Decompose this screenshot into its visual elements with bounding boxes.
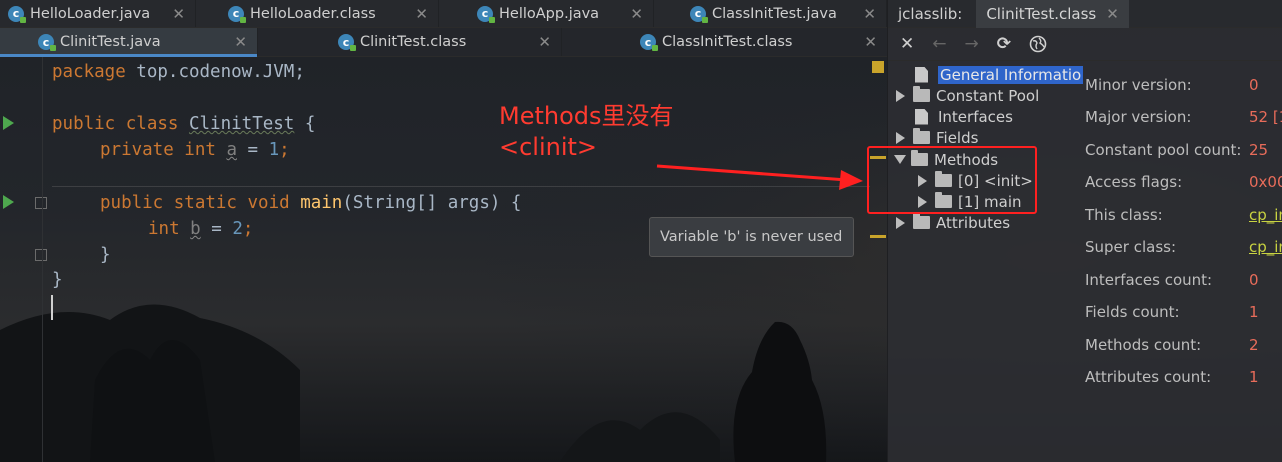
tab-clinittest-java[interactable]: c ClinitTest.java ✕ [0,28,258,57]
forward-arrow-icon[interactable]: → [965,34,979,54]
code-line-9: } [52,270,63,290]
editor-gutter [0,57,47,462]
info-row: Attributes count: 1 [1085,368,1259,386]
tab-helloloader-java[interactable]: c HelloLoader.java ✕ [0,0,196,27]
run-main-icon[interactable] [3,195,14,209]
info-row: Constant pool count: 25 [1085,141,1269,159]
jclasslib-panel: jclasslib: ClinitTest.class ✕ ✕ ← → ⟳ Ge… [887,0,1282,462]
editor-tab-bar-top: c HelloLoader.java ✕ c HelloLoader.class… [0,0,887,28]
close-icon[interactable]: ✕ [1106,5,1119,23]
java-class-icon: c [38,34,56,51]
code-line-6: public static void main(String[] args) { [100,193,522,213]
code-line-4: private int a = 1; [100,140,290,160]
info-row: This class:cp_in [1085,206,1282,228]
close-icon[interactable]: ✕ [172,5,185,23]
tree-node-general-information[interactable]: General Informatio [896,64,1084,85]
tab-helloapp-java[interactable]: c HelloApp.java ✕ [439,0,654,27]
indent-guide [42,57,43,462]
close-icon[interactable]: ✕ [864,33,877,51]
tab-clinittest-class-jclasslib[interactable]: ClinitTest.class ✕ [976,0,1129,28]
java-class-icon: c [338,34,356,51]
close-icon[interactable]: ✕ [234,33,247,51]
editor-tab-bar-bottom: c ClinitTest.java ✕ c ClinitTest.class ✕… [0,28,887,57]
java-class-icon: c [8,5,26,23]
tab-clinittest-class[interactable]: c ClinitTest.class ✕ [258,28,562,56]
annotation-arrow [656,164,863,190]
info-row: Minor version: 0 [1085,76,1259,94]
code-line-1: package top.codenow.JVM; [52,62,305,82]
expand-arrow-icon[interactable] [896,89,905,102]
file-icon [915,108,928,125]
code-line-7: int b = 2; [148,219,254,239]
info-row: Methods count: 2 [1085,336,1259,354]
tab-helloloader-class[interactable]: c HelloLoader.class ✕ [196,0,439,27]
code-line-3: public class ClinitTest { [52,114,316,134]
close-icon[interactable]: ✕ [630,5,643,23]
this-class-link[interactable]: cp_in [1249,206,1282,228]
tree-node-attributes[interactable]: Attributes [896,212,1010,233]
folder-icon [913,86,930,102]
folder-icon [913,128,930,144]
java-class-icon: c [640,34,658,51]
info-row: Major version:52 [1 [1085,108,1282,126]
refresh-icon[interactable]: ⟳ [997,34,1011,54]
text-caret [51,295,53,320]
code-editor[interactable]: package top.codenow.JVM; public class Cl… [0,57,887,462]
close-icon[interactable]: ✕ [538,33,551,51]
browser-icon[interactable] [1029,35,1047,53]
folder-icon [913,213,930,229]
warning-status-icon[interactable] [872,61,884,73]
info-row: Fields count: 1 [1085,303,1259,321]
annotation-text: Methods里没有 <clinit> [499,102,674,161]
fold-marker-icon[interactable] [35,249,47,261]
info-row: Interfaces count: 0 [1085,271,1259,289]
warning-marker[interactable] [870,235,886,238]
back-arrow-icon[interactable]: ← [932,34,946,54]
tab-classinittest-class[interactable]: c ClassInitTest.class ✕ [562,28,887,56]
close-icon[interactable]: ✕ [415,5,428,23]
jclasslib-tab-bar: jclasslib: ClinitTest.class ✕ [888,0,1282,28]
warning-tooltip: Variable 'b' is never used [649,217,854,257]
super-class-link[interactable]: cp_in [1249,238,1282,260]
file-icon [915,66,928,83]
expand-arrow-icon[interactable] [896,131,905,144]
fold-marker-icon[interactable] [35,197,47,209]
expand-arrow-icon[interactable] [896,216,905,229]
tab-classinittest-java[interactable]: c ClassInitTest.java ✕ [654,0,887,27]
code-line-8: } [100,245,111,265]
tree-node-constant-pool[interactable]: Constant Pool [896,85,1039,106]
java-class-icon: c [477,5,495,23]
run-class-icon[interactable] [3,116,14,130]
java-class-icon: c [228,5,246,23]
info-row: Super class:cp_in [1085,238,1282,260]
close-icon[interactable]: ✕ [900,34,914,54]
close-icon[interactable]: ✕ [863,5,876,23]
annotation-highlight-box [867,146,1037,214]
jclasslib-toolbar: ✕ ← → ⟳ [888,28,1282,61]
java-class-icon: c [690,5,708,23]
info-row: Access flags: 0x00 [1085,173,1282,191]
tree-node-interfaces[interactable]: Interfaces [896,106,1013,127]
tree-node-fields[interactable]: Fields [896,127,978,148]
